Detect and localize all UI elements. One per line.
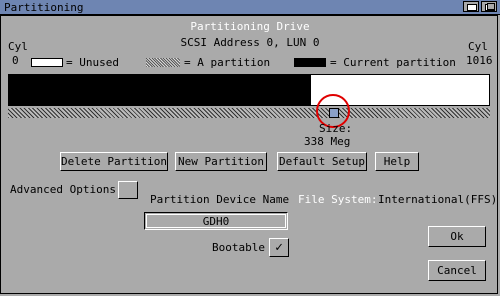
cancel-button[interactable]: Cancel <box>428 260 486 281</box>
help-button[interactable]: Help <box>375 152 419 171</box>
unused-swatch <box>31 58 63 67</box>
unused-legend-label: = Unused <box>66 56 119 69</box>
current-partition-legend-label: = Current partition <box>330 56 456 69</box>
partition-legend-label: = A partition <box>184 56 271 69</box>
cyl-right-label: Cyl <box>468 40 488 53</box>
advanced-options-checkbox[interactable] <box>118 181 138 199</box>
depth-icon[interactable] <box>481 1 497 12</box>
advanced-options-label: Advanced Options <box>10 183 116 196</box>
partition-swatch <box>146 58 180 67</box>
device-name-value: GDH0 <box>146 214 286 228</box>
bootable-checkbox[interactable]: ✓ <box>269 238 289 257</box>
size-label: Size: <box>319 122 353 135</box>
cyl-right-value: 1016 <box>466 54 493 67</box>
delete-partition-button[interactable]: Delete Partition <box>60 152 168 171</box>
cyl-left-value: 0 <box>12 54 19 67</box>
ok-button[interactable]: Ok <box>428 226 486 247</box>
scsi-address: SCSI Address 0, LUN 0 <box>180 36 320 49</box>
title-bar[interactable]: Partitioning <box>0 0 500 15</box>
bootable-label: Bootable <box>212 241 265 254</box>
file-system-value: International(FFS) <box>378 193 498 206</box>
partition-ruler[interactable] <box>8 108 490 118</box>
file-system-label: File System: <box>298 193 378 206</box>
size-value: 338 Meg <box>304 135 351 148</box>
zoom-icon[interactable] <box>463 1 479 12</box>
device-name-field[interactable]: GDH0 <box>144 212 288 230</box>
new-partition-button[interactable]: New Partition <box>175 152 267 171</box>
cyl-left-label: Cyl <box>8 40 28 53</box>
device-name-label: Partition Device Name <box>150 193 290 206</box>
partition-map[interactable] <box>8 74 490 106</box>
window-title: Partitioning <box>4 1 84 14</box>
current-partition-swatch <box>294 58 326 67</box>
default-setup-button[interactable]: Default Setup <box>277 152 367 171</box>
page-title: Partitioning Drive <box>190 20 310 33</box>
current-partition-block[interactable] <box>9 75 311 105</box>
